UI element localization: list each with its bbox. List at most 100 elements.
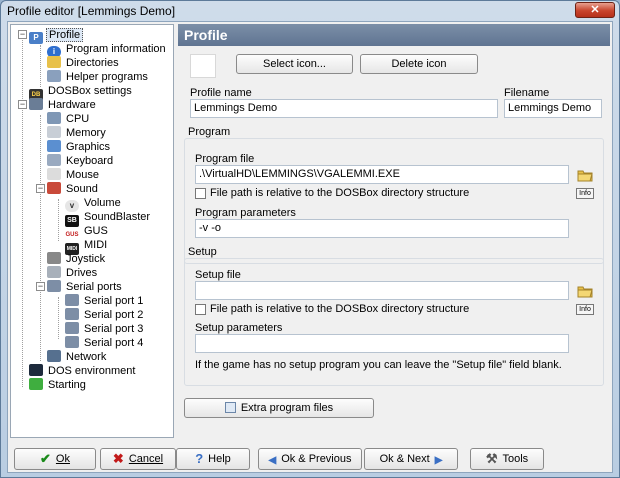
- helper-icon: [47, 70, 61, 82]
- drives-icon: [47, 266, 61, 278]
- collapse-serial-icon[interactable]: −: [36, 282, 45, 291]
- serial-port-icon: [65, 336, 79, 348]
- profile-editor-window: Profile editor [Lemmings Demo] ✕ − − − −…: [0, 0, 620, 478]
- cpu-icon: [47, 112, 61, 124]
- tree-item-memory[interactable]: Memory: [47, 126, 108, 140]
- setup-params-input[interactable]: [195, 334, 569, 353]
- tree-connector: [40, 45, 41, 87]
- ok-button[interactable]: ✔ Ok: [14, 448, 96, 470]
- tree-item-dos-environment[interactable]: DOS environment: [29, 364, 137, 378]
- setup-relative-label: File path is relative to the DOSBox dire…: [210, 303, 470, 315]
- check-icon: ✔: [40, 451, 51, 466]
- tree-item-dosbox-settings[interactable]: DB DOSBox settings: [29, 84, 134, 101]
- serial-icon: [47, 280, 61, 292]
- collapse-sound-icon[interactable]: −: [36, 184, 45, 193]
- cancel-label: Cancel: [128, 453, 164, 465]
- tree-connector: [40, 115, 41, 361]
- setup-group-label: Setup: [188, 246, 217, 258]
- setup-group: Setup file File path is relative to the …: [184, 258, 604, 386]
- browse-program-folder-icon[interactable]: [577, 167, 593, 183]
- browse-setup-folder-icon[interactable]: [577, 283, 593, 299]
- program-file-input[interactable]: .\VirtualHD\LEMMINGS\VGALEMMI.EXE: [195, 165, 569, 184]
- tree-item-profile[interactable]: P Profile: [29, 28, 84, 44]
- collapse-profile-icon[interactable]: −: [18, 30, 27, 39]
- tree-item-helper-programs[interactable]: Helper programs: [47, 70, 150, 84]
- tree-item-graphics[interactable]: Graphics: [47, 140, 112, 154]
- title-bar[interactable]: Profile editor [Lemmings Demo] ✕: [1, 1, 619, 21]
- sound-icon: [47, 182, 61, 194]
- filename-label: Filename: [504, 87, 550, 99]
- client-area: − − − − P Profile i Program information Di…: [7, 21, 613, 473]
- tree-item-serial-port-2[interactable]: Serial port 2: [65, 308, 145, 322]
- settings-tree[interactable]: − − − − P Profile i Program information Di…: [10, 24, 174, 438]
- delete-icon-button[interactable]: Delete icon: [360, 54, 478, 74]
- tree-item-soundblaster[interactable]: SB SoundBlaster: [65, 210, 152, 227]
- tree-item-sound[interactable]: Sound: [47, 182, 100, 196]
- filename-input[interactable]: Lemmings Demo: [504, 99, 602, 118]
- cancel-x-icon: ✖: [112, 451, 124, 466]
- program-group: Program file .\VirtualHD\LEMMINGS\VGALEM…: [184, 138, 604, 264]
- profile-icon: P: [29, 32, 43, 44]
- tree-item-volume[interactable]: v Volume: [65, 196, 123, 212]
- tree-item-starting[interactable]: Starting: [29, 378, 88, 392]
- program-params-label: Program parameters: [195, 207, 296, 219]
- tools-icon: ⚒: [485, 451, 498, 466]
- ok-next-button[interactable]: Ok & Next ▶: [364, 448, 458, 470]
- serial-port-icon: [65, 308, 79, 320]
- extra-files-icon: [224, 402, 236, 413]
- tree-item-keyboard[interactable]: Keyboard: [47, 154, 115, 168]
- profile-name-label: Profile name: [190, 87, 252, 99]
- profile-icon-preview: [190, 54, 216, 78]
- program-info-button[interactable]: Info: [576, 188, 594, 199]
- profile-panel: Profile Select icon... Delete icon Profi…: [178, 24, 610, 438]
- program-params-input[interactable]: -v -o: [195, 219, 569, 238]
- tree-item-program-information[interactable]: i Program information: [47, 42, 168, 58]
- tree-item-joystick[interactable]: Joystick: [47, 252, 107, 266]
- program-file-label: Program file: [195, 153, 255, 165]
- tree-item-serial-port-4[interactable]: Serial port 4: [65, 336, 145, 350]
- tree-item-serial-port-1[interactable]: Serial port 1: [65, 294, 145, 308]
- window-title: Profile editor [Lemmings Demo]: [7, 4, 176, 18]
- tree-item-gus[interactable]: GUS GUS: [65, 224, 110, 241]
- tree-item-drives[interactable]: Drives: [47, 266, 99, 280]
- setup-file-input[interactable]: [195, 281, 569, 300]
- dos-icon: [29, 364, 43, 376]
- collapse-hardware-icon[interactable]: −: [18, 100, 27, 109]
- tools-label: Tools: [502, 453, 529, 465]
- program-relative-checkbox[interactable]: [195, 188, 206, 199]
- mouse-icon: [47, 168, 61, 180]
- select-icon-button[interactable]: Select icon...: [236, 54, 353, 74]
- arrow-left-icon: ◀: [268, 455, 277, 466]
- tree-item-cpu[interactable]: CPU: [47, 112, 91, 126]
- extra-files-label: Extra program files: [240, 402, 334, 414]
- tree-connector: [22, 35, 23, 387]
- ok-label: Ok: [55, 453, 70, 465]
- setup-relative-checkbox[interactable]: [195, 304, 206, 315]
- tree-item-directories[interactable]: Directories: [47, 56, 121, 70]
- extra-program-files-button[interactable]: Extra program files: [184, 398, 374, 418]
- graphics-icon: [47, 140, 61, 152]
- help-label: Help: [208, 453, 231, 465]
- profile-name-input[interactable]: Lemmings Demo: [190, 99, 498, 118]
- serial-port-icon: [65, 322, 79, 334]
- setup-info-button[interactable]: Info: [576, 304, 594, 315]
- close-button[interactable]: ✕: [575, 2, 615, 18]
- tree-item-midi[interactable]: MIDI MIDI: [65, 238, 109, 255]
- tree-connector: [58, 297, 59, 339]
- ok-previous-button[interactable]: ◀ Ok & Previous: [258, 448, 362, 470]
- setup-file-label: Setup file: [195, 269, 241, 281]
- tree-item-serial-port-3[interactable]: Serial port 3: [65, 322, 145, 336]
- folder-icon: [47, 56, 61, 68]
- joystick-icon: [47, 252, 61, 264]
- memory-icon: [47, 126, 61, 138]
- setup-params-label: Setup parameters: [195, 322, 283, 334]
- tree-item-network[interactable]: Network: [47, 350, 108, 364]
- tree-item-hardware[interactable]: Hardware: [29, 98, 98, 112]
- keyboard-icon: [47, 154, 61, 166]
- help-button[interactable]: ? Help: [176, 448, 250, 470]
- tools-button[interactable]: ⚒ Tools: [470, 448, 544, 470]
- serial-port-icon: [65, 294, 79, 306]
- tree-item-serial-ports[interactable]: Serial ports: [47, 280, 124, 294]
- cancel-button[interactable]: ✖ Cancel: [100, 448, 176, 470]
- tree-item-mouse[interactable]: Mouse: [47, 168, 101, 182]
